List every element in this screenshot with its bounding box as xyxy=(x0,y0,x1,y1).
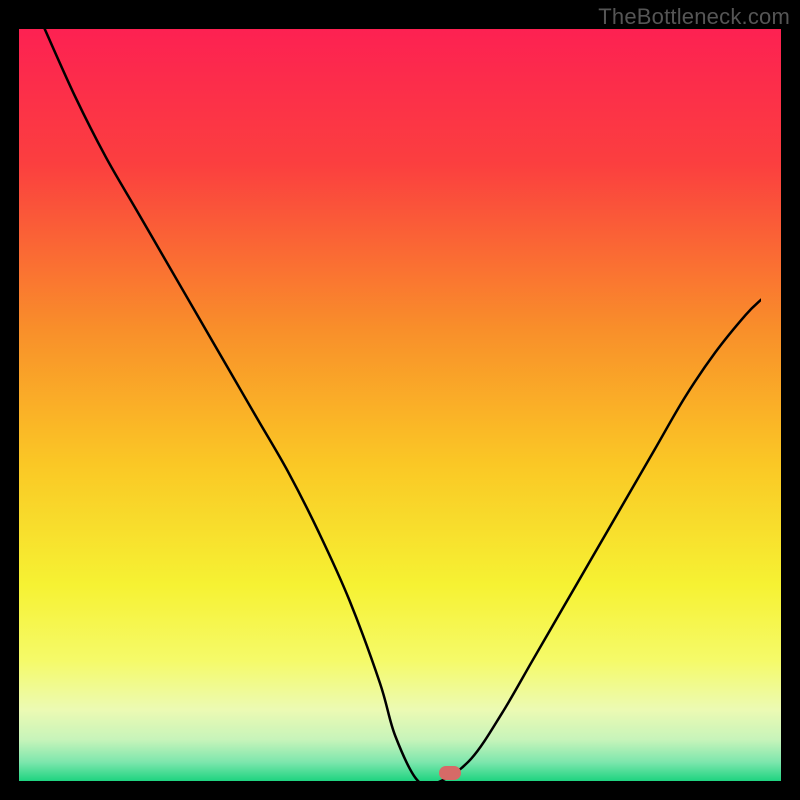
bottleneck-curve xyxy=(0,29,761,781)
watermark-text: TheBottleneck.com xyxy=(598,4,790,30)
plot-area xyxy=(19,29,781,781)
optimal-marker xyxy=(439,766,461,780)
chart-stage: TheBottleneck.com xyxy=(0,0,800,800)
